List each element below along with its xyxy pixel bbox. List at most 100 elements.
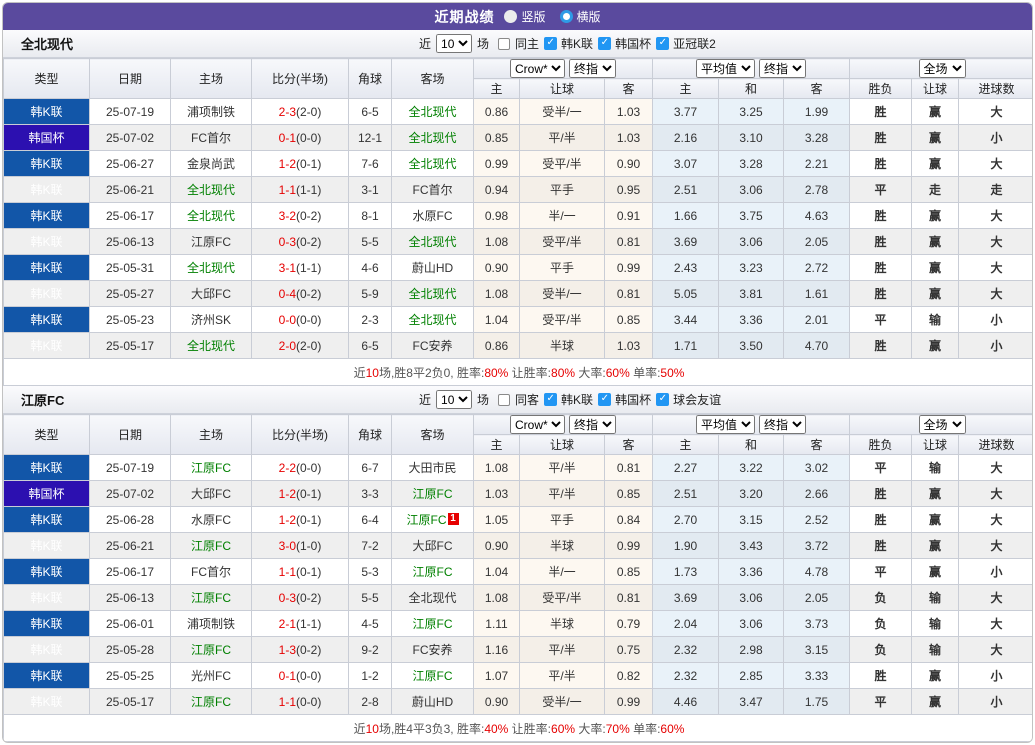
result-cell: 大 — [959, 455, 1033, 481]
handicap-odds-cell: 0.85 — [605, 307, 653, 333]
euro-odds-cell: 5.05 — [653, 281, 719, 307]
away-team-cell: 蔚山HD — [392, 255, 474, 281]
odds-column-header: 主 — [653, 435, 719, 455]
odds-source-select[interactable]: Crow* — [510, 415, 565, 434]
league-filter-checkbox[interactable] — [544, 37, 557, 50]
recent-label: 近 — [419, 391, 431, 408]
same-venue-checkbox[interactable] — [498, 38, 510, 50]
euro-odds-cell: 2.51 — [653, 177, 719, 203]
odds-source-select[interactable]: 终指 — [569, 415, 616, 434]
orientation-radio-horizontal[interactable]: 横版 — [560, 8, 601, 25]
result-cell: 赢 — [912, 99, 959, 125]
same-venue-checkbox[interactable] — [498, 394, 510, 406]
fulltime-score: 1-1 — [279, 183, 296, 197]
handicap-odds-cell: 0.90 — [474, 689, 520, 715]
odds-source-select[interactable]: 平均值 — [696, 59, 755, 78]
away-team-cell: 全北现代 — [392, 585, 474, 611]
league-cell: 韩K联 — [4, 507, 90, 533]
odds-source-select[interactable]: Crow* — [510, 59, 565, 78]
column-header: 类型 — [4, 415, 90, 455]
away-team-cell: FC安养 — [392, 637, 474, 663]
odds-source-select[interactable]: 全场 — [919, 415, 966, 434]
handicap-odds-cell: 半/一 — [520, 203, 605, 229]
match-row: 韩国杯25-07-02大邱FC1-2(0-1)3-3江原FC1.03平/半0.8… — [4, 481, 1034, 507]
result-cell: 大 — [959, 507, 1033, 533]
match-row: 韩K联25-05-17全北现代2-0(2-0)6-5FC安养0.86半球1.03… — [4, 333, 1034, 359]
handicap-odds-cell: 1.04 — [474, 307, 520, 333]
result-cell: 输 — [912, 307, 959, 333]
handicap-odds-cell: 1.07 — [474, 663, 520, 689]
result-cell: 胜 — [850, 151, 912, 177]
fulltime-score: 3-1 — [279, 261, 296, 275]
euro-odds-cell: 3.72 — [784, 533, 850, 559]
summary-cell: 近10场,胜8平2负0, 胜率:80% 让胜率:80% 大率:60% 单率:50… — [4, 359, 1034, 386]
home-team-cell: 全北现代 — [171, 203, 252, 229]
odds-source-select[interactable]: 终指 — [759, 59, 806, 78]
league-cell: 韩K联 — [4, 203, 90, 229]
date-cell: 25-06-17 — [90, 559, 171, 585]
handicap-odds-cell: 0.98 — [474, 203, 520, 229]
corner-cell: 5-3 — [349, 559, 392, 585]
handicap-odds-cell: 平/半 — [520, 637, 605, 663]
euro-odds-cell: 3.28 — [784, 125, 850, 151]
recent-count-select[interactable]: 10 — [436, 34, 472, 53]
handicap-odds-cell: 平/半 — [520, 455, 605, 481]
odds-column-header: 主 — [474, 79, 520, 99]
league-filter-checkbox[interactable] — [598, 37, 611, 50]
euro-odds-cell: 4.63 — [784, 203, 850, 229]
match-row: 韩K联25-05-17江原FC1-1(0-0)2-8蔚山HD0.90受半/一0.… — [4, 689, 1034, 715]
handicap-odds-cell: 1.03 — [474, 481, 520, 507]
league-filter-checkbox[interactable] — [656, 37, 669, 50]
result-cell: 大 — [959, 281, 1033, 307]
euro-odds-cell: 3.75 — [719, 203, 784, 229]
result-cell: 胜 — [850, 481, 912, 507]
league-filter-checkbox[interactable] — [544, 393, 557, 406]
handicap-odds-cell: 0.94 — [474, 177, 520, 203]
recent-count-select[interactable]: 10 — [436, 390, 472, 409]
halftime-score: (0-0) — [296, 461, 321, 475]
league-filter-checkbox[interactable] — [656, 393, 669, 406]
corner-cell: 5-9 — [349, 281, 392, 307]
euro-odds-cell: 2.32 — [653, 637, 719, 663]
halftime-score: (0-0) — [296, 131, 321, 145]
league-filter-label: 亚冠联2 — [673, 35, 716, 52]
score-cell: 2-3(2-0) — [252, 99, 349, 125]
league-cell: 韩K联 — [4, 533, 90, 559]
fulltime-score: 1-1 — [279, 695, 296, 709]
league-cell: 韩K联 — [4, 281, 90, 307]
odds-source-select[interactable]: 终指 — [759, 415, 806, 434]
away-team-name: 江原FC — [413, 487, 453, 501]
euro-odds-cell: 3.69 — [653, 585, 719, 611]
column-header: 比分(半场) — [252, 415, 349, 455]
away-team-name: 全北现代 — [408, 157, 456, 171]
league-cell: 韩K联 — [4, 689, 90, 715]
radio-icon — [560, 10, 573, 23]
odds-source-select[interactable]: 全场 — [919, 59, 966, 78]
handicap-odds-cell: 1.08 — [474, 281, 520, 307]
odds-column-header: 进球数 — [959, 79, 1033, 99]
result-cell: 输 — [912, 637, 959, 663]
away-team-cell: 全北现代 — [392, 125, 474, 151]
halftime-score: (0-0) — [296, 695, 321, 709]
date-cell: 25-06-01 — [90, 611, 171, 637]
result-cell: 赢 — [912, 559, 959, 585]
orientation-radio-vertical[interactable]: 竖版 — [504, 8, 545, 25]
halftime-score: (1-1) — [296, 261, 321, 275]
summary-cell: 近10场,胜4平3负3, 胜率:40% 让胜率:60% 大率:70% 单率:60… — [4, 715, 1034, 742]
odds-source-select[interactable]: 平均值 — [696, 415, 755, 434]
home-team-name: 全北现代 — [187, 261, 235, 275]
home-team-cell: 全北现代 — [171, 177, 252, 203]
title-bar: 近期战绩 竖版横版 — [3, 3, 1032, 30]
summary-row: 近10场,胜4平3负3, 胜率:40% 让胜率:60% 大率:70% 单率:60… — [4, 715, 1034, 742]
orientation-radio-label: 横版 — [577, 8, 601, 25]
league-filter-checkbox[interactable] — [598, 393, 611, 406]
odds-column-header: 主 — [474, 435, 520, 455]
home-team-name: 全北现代 — [187, 339, 235, 353]
fulltime-score: 0-0 — [279, 313, 296, 327]
league-filter-label: 韩国杯 — [615, 391, 651, 408]
date-cell: 25-06-21 — [90, 533, 171, 559]
filter-controls: 近10场同客韩K联韩国杯球会友谊 — [419, 386, 721, 413]
odds-source-select[interactable]: 终指 — [569, 59, 616, 78]
euro-odds-cell: 3.10 — [719, 125, 784, 151]
away-team-name: FC安养 — [413, 643, 453, 657]
